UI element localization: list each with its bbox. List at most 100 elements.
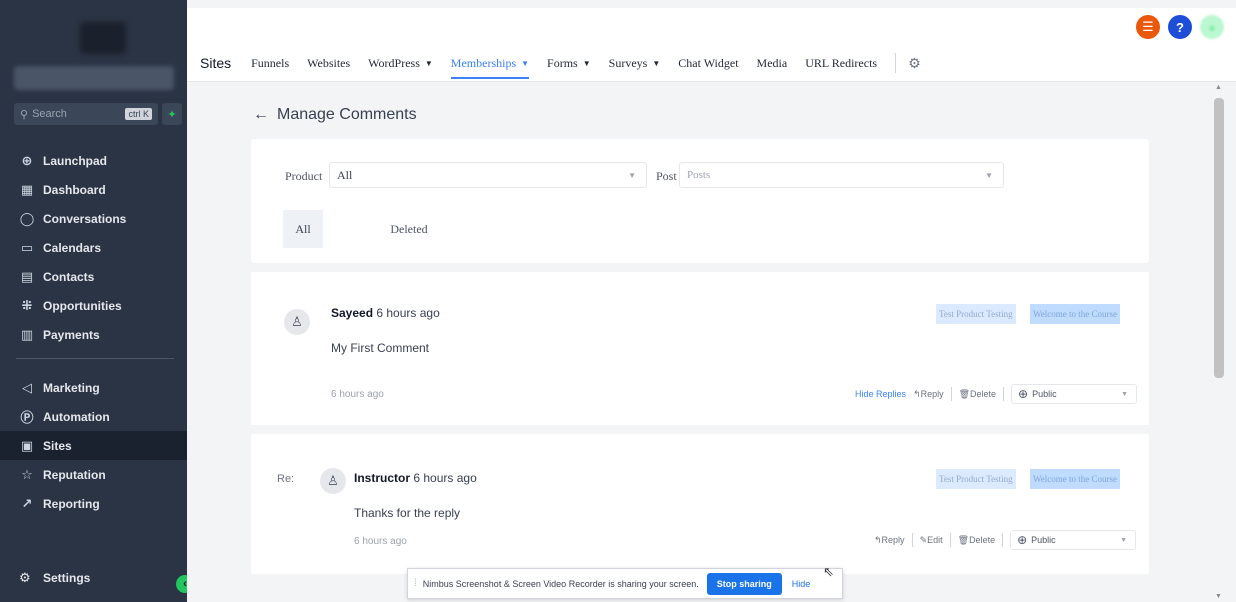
sidebar-divider xyxy=(16,358,174,359)
tab-forms[interactable]: Forms ▼ xyxy=(547,56,591,71)
tab-media[interactable]: Media xyxy=(757,56,788,71)
reply-icon: ↰ xyxy=(874,534,882,545)
search-input[interactable]: ⚲ Search ctrl K xyxy=(14,103,158,125)
scroll-down-icon[interactable]: ▼ xyxy=(1215,593,1222,600)
gear-icon: ⚙ xyxy=(19,570,31,585)
sidebar-item-settings[interactable]: ⚙ Settings xyxy=(19,570,90,586)
tab-wordpress[interactable]: WordPress ▼ xyxy=(368,56,433,71)
sidebar-item-label: Settings xyxy=(43,571,91,585)
comment-actions: Hide Replies ↰Reply 🗑Delete ⊕ Public ▼ xyxy=(855,384,1138,404)
sidebar-item-reporting[interactable]: ↗ Reporting xyxy=(0,489,187,518)
help-icon[interactable]: ? xyxy=(1168,15,1192,39)
quick-action-icon[interactable]: ✦ xyxy=(162,103,182,125)
sidebar-item-label: Opportunities xyxy=(43,298,122,313)
sidebar-item-label: Contacts xyxy=(43,269,95,284)
reply-button[interactable]: ↰Reply xyxy=(874,535,905,546)
comment-author: Instructor 6 hours ago xyxy=(354,471,477,485)
reply-label: Reply xyxy=(920,388,944,399)
delete-button[interactable]: 🗑Delete xyxy=(958,535,995,546)
send-icon: ◁ xyxy=(22,379,32,395)
sidebar-item-reputation[interactable]: ☆ Reputation xyxy=(0,460,187,489)
visibility-select[interactable]: ⊕ Public ▼ xyxy=(1010,530,1137,550)
search-shortcut: ctrl K xyxy=(125,108,152,120)
hide-button[interactable]: Hide xyxy=(792,579,811,589)
comment-time: 6 hours ago xyxy=(413,471,477,485)
opportunities-icon: ⁜ xyxy=(21,297,33,313)
calendar-icon: ▭ xyxy=(20,239,34,255)
sidebar-item-contacts[interactable]: ▤ Contacts xyxy=(0,262,187,291)
header-actions: ☰ ? ● xyxy=(1136,15,1224,39)
top-strip xyxy=(187,0,1236,8)
sidebar-item-label: Reporting xyxy=(43,496,100,511)
reply-button[interactable]: ↰Reply xyxy=(913,389,944,400)
back-arrow-icon[interactable]: ← xyxy=(253,106,269,124)
sidebar-item-sites[interactable]: ▣ Sites xyxy=(0,431,187,460)
sidebar-item-marketing[interactable]: ◁ Marketing xyxy=(0,373,187,402)
sidebar-item-payments[interactable]: ▥ Payments xyxy=(0,320,187,349)
drag-handle-icon[interactable]: ⁞ xyxy=(414,578,417,589)
tab-all[interactable]: All xyxy=(283,210,323,248)
chevron-down-icon: ▼ xyxy=(582,58,591,68)
automation-icon: Ⓟ xyxy=(20,410,34,425)
delete-label: Delete xyxy=(969,534,996,545)
account-switcher[interactable] xyxy=(14,66,174,90)
gear-icon[interactable]: ⚙ xyxy=(908,55,921,72)
post-select[interactable]: Posts ▼ xyxy=(679,162,1004,188)
avatar[interactable]: ● xyxy=(1200,15,1224,39)
reply-label: Reply xyxy=(881,534,905,545)
sidebar-item-label: Reputation xyxy=(43,467,106,482)
tab-url-redirects[interactable]: URL Redirects xyxy=(805,56,877,71)
reply-prefix: Re: xyxy=(277,473,295,485)
sidebar-item-dashboard[interactable]: ▦ Dashboard xyxy=(0,175,187,204)
sidebar-item-launchpad[interactable]: ⊕ Launchpad xyxy=(0,146,187,175)
tab-chat-widget[interactable]: Chat Widget xyxy=(678,56,738,71)
tab-surveys[interactable]: Surveys ▼ xyxy=(609,56,661,71)
mouse-cursor-icon: ⇖ xyxy=(823,564,834,579)
sidebar-item-label: Sites xyxy=(43,438,72,453)
tab-deleted[interactable]: Deleted xyxy=(379,210,439,248)
product-select[interactable]: All ▼ xyxy=(329,162,647,188)
sidebar-item-label: Marketing xyxy=(43,380,100,395)
scrollbar-thumb[interactable] xyxy=(1214,98,1224,378)
sharing-message: Nimbus Screenshot & Screen Video Recorde… xyxy=(422,578,699,589)
user-avatar-icon: ♙ xyxy=(284,309,310,335)
sidebar-item-automation[interactable]: Ⓟ Automation xyxy=(0,402,187,431)
delete-button[interactable]: 🗑Delete xyxy=(959,389,996,400)
list-icon[interactable]: ☰ xyxy=(1136,15,1160,39)
sidebar-item-calendars[interactable]: ▭ Calendars xyxy=(0,233,187,262)
stop-sharing-button[interactable]: Stop sharing xyxy=(706,572,782,595)
action-divider xyxy=(1003,387,1005,401)
chevron-down-icon: ▼ xyxy=(1120,536,1128,544)
tab-websites[interactable]: Websites xyxy=(307,56,350,71)
author-name: Instructor xyxy=(354,471,411,485)
nav-link-label: Funnels xyxy=(251,55,290,70)
product-tag: Test Product Testing xyxy=(936,469,1016,489)
scrollbar[interactable]: ▲ ▼ xyxy=(1212,82,1236,602)
chevron-down-icon: ▼ xyxy=(424,58,433,68)
scroll-up-icon[interactable]: ▲ xyxy=(1215,84,1222,91)
chevron-down-icon: ▼ xyxy=(521,58,530,68)
visibility-select[interactable]: ⊕ Public ▼ xyxy=(1011,384,1138,404)
sidebar-item-opportunities[interactable]: ⁜ Opportunities xyxy=(0,291,187,320)
edit-button[interactable]: ✎Edit xyxy=(920,535,943,546)
dashboard-icon: ▦ xyxy=(20,181,34,197)
action-divider xyxy=(949,533,951,547)
trash-icon: 🗑 xyxy=(958,388,971,399)
tab-funnels[interactable]: Funnels xyxy=(251,56,289,71)
comment-author: Sayeed 6 hours ago xyxy=(331,306,440,320)
comment-card: ♙ Sayeed 6 hours ago Test Product Testin… xyxy=(251,272,1149,425)
action-divider xyxy=(950,387,952,401)
post-tag: Welcome to the Course xyxy=(1030,304,1121,324)
trend-icon: ↗ xyxy=(21,495,33,511)
nav-link-label: Surveys xyxy=(608,55,648,70)
tab-memberships[interactable]: Memberships ▼ xyxy=(450,56,530,79)
hide-replies-button[interactable]: Hide Replies xyxy=(855,389,906,399)
sidebar-item-conversations[interactable]: ◯ Conversations xyxy=(0,204,187,233)
delete-label: Delete xyxy=(970,388,997,399)
sidebar: ⚲ Search ctrl K ✦ ⊕ Launchpad ▦ Dashboard ◯ C… xyxy=(0,0,194,602)
chat-icon: ◯ xyxy=(19,210,35,226)
filter-card: Product All ▼ Post Posts ▼ All Deleted xyxy=(251,139,1149,263)
search-icon: ⚲ xyxy=(20,108,29,121)
comment-footer-time: 6 hours ago xyxy=(331,389,384,400)
comment-text: My First Comment xyxy=(331,341,430,355)
